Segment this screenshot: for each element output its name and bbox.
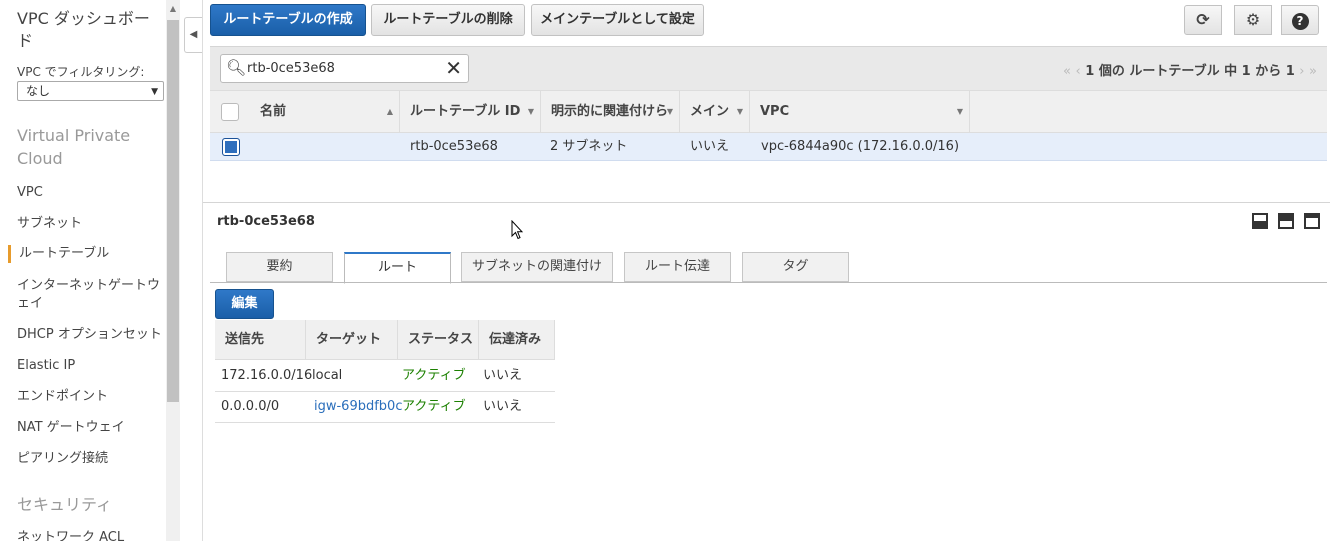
clear-search-icon[interactable]: ✕: [445, 56, 462, 80]
chevron-down-icon: ▼: [151, 87, 158, 97]
refresh-icon: ⟳: [1196, 10, 1210, 29]
last-page-icon[interactable]: »: [1309, 64, 1317, 79]
search-box: 🔍︎ ✕: [220, 54, 469, 83]
sidebar-scroll-thumb[interactable]: [167, 20, 179, 402]
routes-header-status: ステータス: [398, 320, 479, 360]
routes-row-divider: [215, 422, 555, 423]
route-propagated: いいえ: [483, 368, 523, 383]
sidebar-item-route-tables[interactable]: ルートテーブル: [8, 245, 153, 263]
cell-vpc: vpc-6844a90c (172.16.0.0/16): [761, 139, 960, 154]
sort-icon: ▼: [736, 107, 743, 116]
cell-main: いいえ: [690, 139, 730, 154]
route-dest: 172.16.0.0/16: [221, 368, 313, 383]
sidebar-title[interactable]: VPC ダッシュボード: [17, 8, 162, 52]
cell-explicit-association: 2 サブネット: [550, 139, 628, 154]
select-all-checkbox[interactable]: [221, 103, 239, 121]
sort-asc-icon: ▲: [386, 107, 393, 116]
prev-page-icon[interactable]: ‹: [1076, 64, 1081, 79]
collapse-sidebar-button[interactable]: ◀: [184, 17, 202, 53]
create-route-table-button[interactable]: ルートテーブルの作成: [210, 4, 366, 36]
routes-header-destination: 送信先: [215, 320, 306, 360]
column-header-vpc[interactable]: VPC ▼: [750, 91, 970, 133]
detail-title: rtb-0ce53e68: [217, 214, 315, 229]
tab-summary[interactable]: 要約: [226, 252, 333, 282]
view-bottom-icon[interactable]: [1251, 213, 1268, 229]
pagination-text: 1 個の ルートテーブル 中 1 から 1: [1085, 64, 1295, 79]
toolbar: ルートテーブルの作成 ルートテーブルの削除 メインテーブルとして設定 ⟳ ⚙ ?: [203, 0, 1330, 46]
refresh-button[interactable]: ⟳: [1184, 5, 1222, 35]
vpc-filter-select[interactable]: なし ▼: [17, 81, 164, 101]
collapse-panel: [181, 0, 203, 541]
sort-icon: ▼: [666, 107, 673, 116]
routes-header-propagated: 伝達済み: [479, 320, 555, 360]
mouse-cursor-icon: [511, 220, 523, 240]
tabs-underline: [210, 282, 1327, 283]
route-dest: 0.0.0.0/0: [221, 399, 280, 414]
scroll-up-icon[interactable]: ▲: [166, 4, 180, 13]
sidebar-item-endpoints[interactable]: エンドポイント: [17, 388, 162, 406]
sidebar-item-elastic-ip[interactable]: Elastic IP: [17, 357, 162, 375]
table-row[interactable]: rtb-0ce53e68 2 サブネット いいえ vpc-6844a90c (1…: [210, 133, 1327, 161]
row-checkbox[interactable]: [222, 138, 240, 156]
next-page-icon[interactable]: ›: [1299, 64, 1304, 79]
sidebar-item-peering[interactable]: ピアリング接続: [17, 450, 162, 468]
sort-icon: ▼: [527, 107, 534, 116]
view-mode-icons: [1246, 213, 1320, 233]
set-main-table-button[interactable]: メインテーブルとして設定: [531, 4, 704, 36]
search-icon: 🔍︎: [226, 58, 247, 77]
sidebar-item-dhcp-options[interactable]: DHCP オプションセット: [17, 326, 162, 344]
route-target-link[interactable]: igw-69bdfb0c: [308, 391, 402, 422]
vpc-filter-label: VPC でフィルタリング:: [17, 65, 145, 79]
search-input[interactable]: [247, 58, 442, 79]
route-status: アクティブ: [402, 399, 466, 414]
filter-bar: 🔍︎ ✕ « ‹ 1 個の ルートテーブル 中 1 から 1 › »: [210, 46, 1327, 90]
settings-button[interactable]: ⚙: [1234, 5, 1272, 35]
cell-route-table-id: rtb-0ce53e68: [410, 139, 498, 154]
section-virtual-private-cloud: Virtual Private Cloud: [17, 126, 131, 168]
sidebar: VPC ダッシュボード VPC でフィルタリング: なし ▼ Virtual P…: [0, 0, 166, 541]
tab-subnet-associations[interactable]: サブネットの関連付け: [461, 252, 613, 282]
view-split-icon[interactable]: [1277, 213, 1294, 229]
first-page-icon[interactable]: «: [1063, 64, 1071, 79]
gear-icon: ⚙: [1245, 10, 1261, 29]
help-icon: ?: [1291, 13, 1309, 30]
column-header-name[interactable]: 名前 ▲: [250, 91, 400, 133]
sidebar-item-internet-gateways[interactable]: インターネットゲートウェイ: [17, 277, 162, 313]
panel-divider[interactable]: [203, 202, 1330, 203]
sidebar-item-network-acl[interactable]: ネットワーク ACL: [17, 529, 162, 541]
column-header-explicit[interactable]: 明示的に関連付けら ▼: [541, 91, 680, 133]
sidebar-item-subnets[interactable]: サブネット: [17, 215, 162, 233]
vpc-filter-value: なし: [26, 84, 51, 98]
tab-tags[interactable]: タグ: [742, 252, 849, 282]
delete-route-table-button[interactable]: ルートテーブルの削除: [371, 4, 525, 36]
column-header-main[interactable]: メイン ▼: [680, 91, 750, 133]
table-header: 名前 ▲ ルートテーブル ID ▼ 明示的に関連付けら ▼ メイン ▼ VPC …: [210, 90, 1327, 133]
tab-routes[interactable]: ルート: [344, 252, 451, 284]
section-security: セキュリティ: [17, 495, 113, 514]
routes-header-target: ターゲット: [306, 320, 398, 360]
edit-routes-button[interactable]: 編集: [215, 289, 274, 319]
route-target: local: [312, 368, 343, 383]
route-status: アクティブ: [402, 368, 466, 383]
tab-route-propagation[interactable]: ルート伝達: [624, 252, 731, 282]
column-header-id[interactable]: ルートテーブル ID ▼: [400, 91, 541, 133]
pagination: « ‹ 1 個の ルートテーブル 中 1 から 1 › »: [1063, 60, 1317, 79]
sort-icon: ▼: [956, 107, 963, 116]
route-propagated: いいえ: [483, 399, 523, 414]
sidebar-item-vpc[interactable]: VPC: [17, 184, 162, 202]
sidebar-item-nat-gateways[interactable]: NAT ゲートウェイ: [17, 419, 162, 437]
view-full-icon[interactable]: [1304, 213, 1320, 229]
help-button[interactable]: ?: [1281, 5, 1319, 35]
routes-row-divider: [215, 391, 555, 392]
